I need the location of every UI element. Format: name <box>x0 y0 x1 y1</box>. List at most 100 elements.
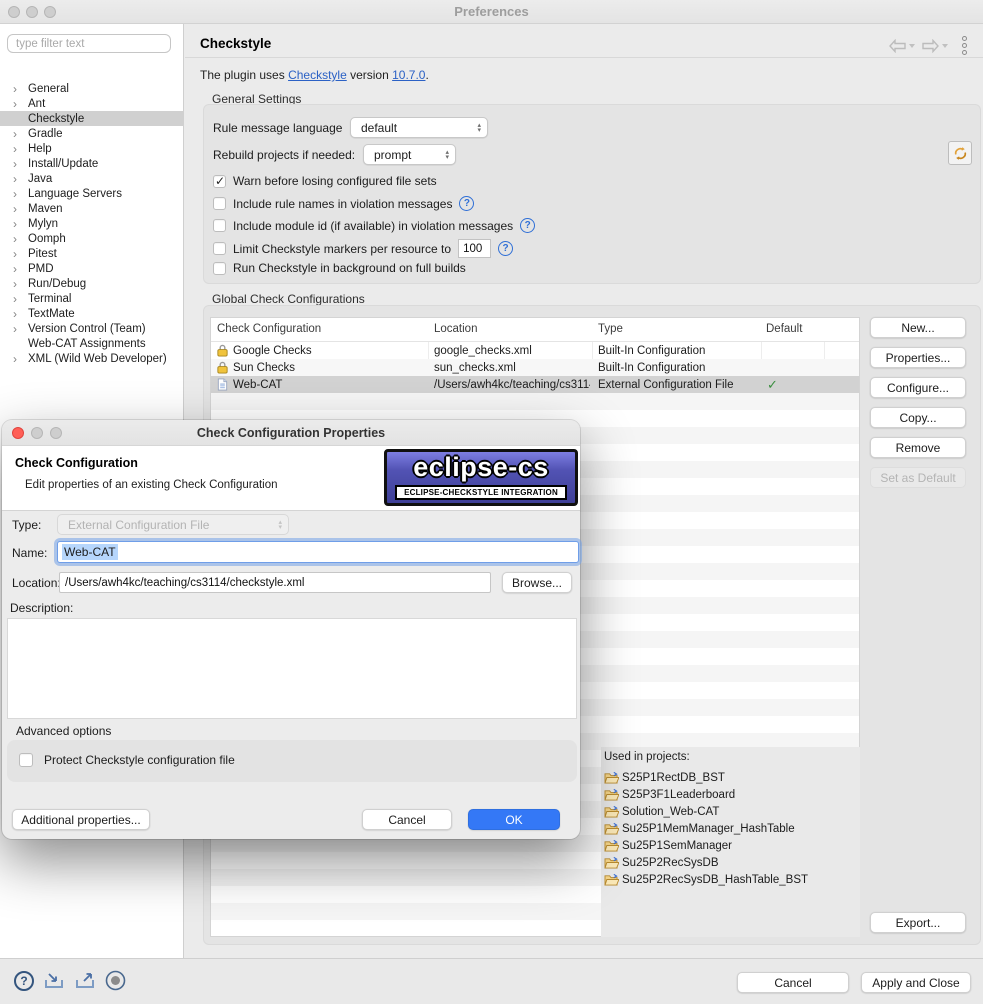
col-location[interactable]: Location <box>434 323 477 335</box>
project-list-item[interactable]: S25P1RectDB_BST <box>604 769 725 786</box>
chevron-right-icon[interactable] <box>13 219 26 229</box>
checkstyle-link[interactable]: Checkstyle <box>288 68 347 82</box>
chevron-right-icon[interactable] <box>13 189 26 199</box>
limit-markers-checkbox[interactable] <box>213 242 226 255</box>
rule-names-checkbox[interactable] <box>213 197 226 210</box>
sidebar-item-help[interactable]: Help <box>0 141 184 156</box>
chevron-right-icon[interactable] <box>13 279 26 289</box>
sidebar-item-version-control[interactable]: Version Control (Team) <box>0 321 184 336</box>
sidebar-item-checkstyle[interactable]: Checkstyle <box>0 111 184 126</box>
sidebar-item-java[interactable]: Java <box>0 171 184 186</box>
sidebar-item-run-debug[interactable]: Run/Debug <box>0 276 184 291</box>
open-project-folder-icon <box>604 822 619 835</box>
sidebar-item-gradle[interactable]: Gradle <box>0 126 184 141</box>
help-icon[interactable] <box>498 241 513 256</box>
additional-properties-button[interactable]: Additional properties... <box>12 809 150 830</box>
warn-checkbox[interactable] <box>213 175 226 188</box>
sync-button[interactable] <box>948 141 972 165</box>
chevron-right-icon[interactable] <box>13 204 26 214</box>
location-input[interactable] <box>59 572 491 593</box>
sidebar-item-xml[interactable]: XML (Wild Web Developer) <box>0 351 184 366</box>
sidebar-item-terminal[interactable]: Terminal <box>0 291 184 306</box>
background-checkbox[interactable] <box>213 262 226 275</box>
project-list-item[interactable]: S25P3F1Leaderboard <box>604 786 735 803</box>
chevron-right-icon[interactable] <box>13 159 26 169</box>
back-dropdown-icon[interactable] <box>909 44 915 48</box>
dialog-ok-button[interactable]: OK <box>468 809 560 830</box>
rebuild-select[interactable]: prompt <box>363 144 456 165</box>
forward-button[interactable] <box>921 39 948 53</box>
export-preferences-icon[interactable] <box>74 971 96 991</box>
description-textarea[interactable] <box>7 618 577 719</box>
chevron-right-icon[interactable] <box>13 354 26 364</box>
dialog-cancel-button[interactable]: Cancel <box>362 809 452 830</box>
help-icon[interactable] <box>14 971 34 991</box>
forward-dropdown-icon[interactable] <box>942 44 948 48</box>
module-id-label: Include module id (if available) in viol… <box>233 219 513 233</box>
sidebar-item-webcat-assignments[interactable]: Web-CAT Assignments <box>0 336 184 351</box>
project-list-item[interactable]: Su25P1SemManager <box>604 837 732 854</box>
project-list-item[interactable]: Su25P2RecSysDB_HashTable_BST <box>604 871 808 888</box>
table-row-web-cat[interactable]: Web-CAT /Users/awh4kc/teaching/cs3114/ch… <box>211 376 859 393</box>
set-as-default-button[interactable]: Set as Default <box>870 467 966 488</box>
page-title: Checkstyle <box>200 36 271 51</box>
preferences-cancel-button[interactable]: Cancel <box>737 972 849 993</box>
version-link[interactable]: 10.7.0 <box>392 68 425 82</box>
col-type[interactable]: Type <box>598 323 623 335</box>
chevron-right-icon[interactable] <box>13 99 26 109</box>
filter-input[interactable] <box>7 34 171 53</box>
table-row-sun-checks[interactable]: Sun Checks sun_checks.xml Built-In Confi… <box>211 359 859 376</box>
view-menu-icon[interactable] <box>962 36 967 55</box>
preferences-window: Preferences General Ant Checkstyle Gradl… <box>0 0 983 1004</box>
sidebar-item-textmate[interactable]: TextMate <box>0 306 184 321</box>
chevron-right-icon[interactable] <box>13 144 26 154</box>
project-list-item[interactable]: Solution_Web-CAT <box>604 803 719 820</box>
import-preferences-icon[interactable] <box>43 971 65 991</box>
protect-checkbox[interactable] <box>19 753 33 767</box>
chevron-right-icon[interactable] <box>13 264 26 274</box>
module-id-checkbox[interactable] <box>213 219 226 232</box>
back-button[interactable] <box>888 39 915 53</box>
chevron-right-icon[interactable] <box>13 309 26 319</box>
apply-and-close-button[interactable]: Apply and Close <box>861 972 971 993</box>
col-default[interactable]: Default <box>766 323 802 335</box>
sidebar-item-general[interactable]: General <box>0 81 184 96</box>
export-button[interactable]: Export... <box>870 912 966 933</box>
record-preferences-icon[interactable] <box>105 970 126 991</box>
eclipse-cs-logo: eclipse-cs ECLIPSE-CHECKSTYLE INTEGRATIO… <box>384 449 578 506</box>
sidebar-item-ant[interactable]: Ant <box>0 96 184 111</box>
chevron-right-icon[interactable] <box>13 84 26 94</box>
sidebar-item-pitest[interactable]: Pitest <box>0 246 184 261</box>
table-row-google-checks[interactable]: Google Checks google_checks.xml Built-In… <box>211 342 859 359</box>
table-header: Check Configuration Location Type Defaul… <box>211 318 859 342</box>
chevron-right-icon[interactable] <box>13 174 26 184</box>
sidebar-item-language-servers[interactable]: Language Servers <box>0 186 184 201</box>
rule-language-select[interactable]: default <box>350 117 488 138</box>
help-icon[interactable] <box>459 196 474 211</box>
project-list-item[interactable]: Su25P1MemManager_HashTable <box>604 820 795 837</box>
chevron-right-icon[interactable] <box>13 129 26 139</box>
name-input[interactable]: Web-CAT <box>57 541 579 563</box>
advanced-options-label: Advanced options <box>16 724 111 738</box>
chevron-right-icon[interactable] <box>13 324 26 334</box>
rebuild-row: Rebuild projects if needed: prompt <box>213 144 456 165</box>
browse-button[interactable]: Browse... <box>502 572 572 593</box>
properties-button[interactable]: Properties... <box>870 347 966 368</box>
project-list-item[interactable]: Su25P2RecSysDB <box>604 854 719 871</box>
chevron-right-icon[interactable] <box>13 249 26 259</box>
limit-markers-checkbox-row: Limit Checkstyle markers per resource to <box>213 239 513 258</box>
sidebar-item-mylyn[interactable]: Mylyn <box>0 216 184 231</box>
col-check-configuration[interactable]: Check Configuration <box>217 323 321 335</box>
limit-value-input[interactable] <box>458 239 491 258</box>
sidebar-item-pmd[interactable]: PMD <box>0 261 184 276</box>
configure-button[interactable]: Configure... <box>870 377 966 398</box>
chevron-right-icon[interactable] <box>13 294 26 304</box>
chevron-right-icon[interactable] <box>13 234 26 244</box>
copy-button[interactable]: Copy... <box>870 407 966 428</box>
sidebar-item-maven[interactable]: Maven <box>0 201 184 216</box>
remove-button[interactable]: Remove <box>870 437 966 458</box>
sidebar-item-oomph[interactable]: Oomph <box>0 231 184 246</box>
new-button[interactable]: New... <box>870 317 966 338</box>
sidebar-item-install-update[interactable]: Install/Update <box>0 156 184 171</box>
help-icon[interactable] <box>520 218 535 233</box>
